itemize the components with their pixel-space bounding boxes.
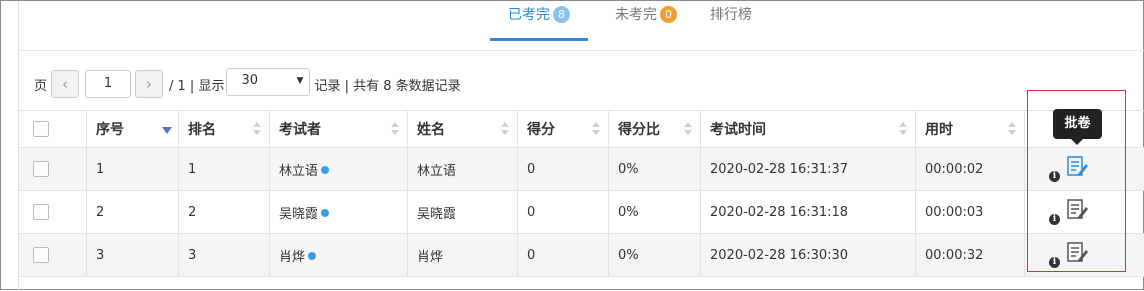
sort-icon <box>899 122 907 136</box>
col-header-label: 用时 <box>925 122 953 138</box>
cell-rank: 1 <box>179 148 270 191</box>
cell-examinee: 林立语 <box>270 148 408 191</box>
cell-score: 0 <box>518 191 609 234</box>
grade-paper-icon[interactable] <box>1066 242 1088 268</box>
table-row: 3 3 肖烨 肖烨 0 0% 2020-02-28 16:30:30 00:00… <box>19 234 1144 277</box>
page-number-input[interactable]: 1 <box>85 70 131 98</box>
examinee-name[interactable]: 吴晓霞 <box>279 207 318 222</box>
sort-icon <box>253 122 261 136</box>
status-dot-icon <box>321 166 329 174</box>
col-header-label: 得分比 <box>618 122 660 138</box>
col-header-score[interactable]: 得分 <box>518 111 609 148</box>
sort-icon <box>391 122 399 136</box>
chevron-right-icon: › <box>146 75 152 93</box>
cell-examinee: 肖烨 <box>270 234 408 277</box>
col-header-label: 序号 <box>96 122 124 138</box>
grade-tooltip: 批卷 <box>1053 109 1102 139</box>
col-header-label: 考试时间 <box>710 122 766 138</box>
tab-incomplete-badge: 0 <box>660 6 677 23</box>
cell-actions: i <box>1025 191 1144 234</box>
caret-down-icon: ▼ <box>297 69 304 93</box>
cell-duration: 00:00:02 <box>916 148 1025 191</box>
tab-bar: 已考完8 未考完0 排行榜 <box>18 0 1144 51</box>
cell-ratio: 0% <box>609 148 701 191</box>
sort-icon <box>501 122 509 136</box>
status-dot-icon <box>308 252 316 260</box>
col-header-duration[interactable]: 用时 <box>916 111 1025 148</box>
cell-time: 2020-02-28 16:31:37 <box>701 148 916 191</box>
row-checkbox[interactable] <box>33 204 49 220</box>
page-size-value: 30 <box>241 73 258 88</box>
col-header-name[interactable]: 姓名 <box>408 111 518 148</box>
col-header-ratio[interactable]: 得分比 <box>609 111 701 148</box>
info-icon[interactable]: i <box>1049 257 1060 268</box>
prev-page-button[interactable]: ‹ <box>51 70 79 98</box>
cell-ratio: 0% <box>609 191 701 234</box>
cell-seq: 1 <box>87 148 179 191</box>
results-table: 序号 排名 考试者 姓名 得分 得分比 考试时间 用时 1 1 林立语 林立语 … <box>18 110 1144 277</box>
records-summary: 记录 | 共有 8 条数据记录 <box>314 75 460 94</box>
grade-paper-icon[interactable] <box>1066 199 1088 225</box>
sort-desc-icon <box>162 127 172 134</box>
tab-completed-badge: 8 <box>553 6 570 23</box>
info-icon[interactable]: i <box>1049 171 1060 182</box>
cell-duration: 00:00:03 <box>916 191 1025 234</box>
row-checkbox[interactable] <box>33 247 49 263</box>
cell-name: 肖烨 <box>408 234 518 277</box>
tab-incomplete[interactable]: 未考完0 <box>606 0 686 38</box>
table-row: 1 1 林立语 林立语 0 0% 2020-02-28 16:31:37 00:… <box>19 148 1144 191</box>
cell-score: 0 <box>518 148 609 191</box>
cell-seq: 3 <box>87 234 179 277</box>
info-icon[interactable]: i <box>1049 214 1060 225</box>
sort-icon <box>592 122 600 136</box>
cell-actions: i <box>1025 148 1144 191</box>
col-header-label: 得分 <box>527 122 555 138</box>
cell-score: 0 <box>518 234 609 277</box>
select-all-checkbox[interactable] <box>33 121 49 137</box>
cell-examinee: 吴晓霞 <box>270 191 408 234</box>
table-row-partial <box>18 276 1144 291</box>
grade-paper-icon[interactable] <box>1066 156 1088 182</box>
chevron-left-icon: ‹ <box>62 75 68 93</box>
row-select-cell <box>19 148 87 191</box>
cell-time: 2020-02-28 16:31:18 <box>701 191 916 234</box>
examinee-name[interactable]: 林立语 <box>279 164 318 179</box>
cell-name: 吴晓霞 <box>408 191 518 234</box>
cell-name: 林立语 <box>408 148 518 191</box>
cell-rank: 3 <box>179 234 270 277</box>
row-select-cell <box>19 191 87 234</box>
col-header-label: 排名 <box>188 122 216 138</box>
page-label: 页 <box>34 75 47 94</box>
col-header-label: 姓名 <box>417 122 445 138</box>
col-header-rank[interactable]: 排名 <box>179 111 270 148</box>
page-size-select[interactable]: 30 ▼ <box>226 68 310 96</box>
tab-leaderboard[interactable]: 排行榜 <box>706 0 756 38</box>
col-header-label: 考试者 <box>279 122 321 138</box>
examinee-name[interactable]: 肖烨 <box>279 250 305 265</box>
next-page-button[interactable]: › <box>135 70 163 98</box>
cell-seq: 2 <box>87 191 179 234</box>
tab-incomplete-label: 未考完 <box>615 7 657 23</box>
tab-completed-label: 已考完 <box>508 7 550 23</box>
row-select-cell <box>19 234 87 277</box>
cell-ratio: 0% <box>609 234 701 277</box>
cell-actions: i <box>1025 234 1144 277</box>
table-row: 2 2 吴晓霞 吴晓霞 0 0% 2020-02-28 16:31:18 00:… <box>19 191 1144 234</box>
sort-icon <box>684 122 692 136</box>
cell-rank: 2 <box>179 191 270 234</box>
col-header-time[interactable]: 考试时间 <box>701 111 916 148</box>
tab-leaderboard-label: 排行榜 <box>710 7 752 23</box>
tab-completed[interactable]: 已考完8 <box>490 0 588 41</box>
sort-icon <box>1008 122 1016 136</box>
pagination-bar: 页 ‹ 1 › / 1 | 显示 30 ▼ 记录 | 共有 8 条数据记录 <box>34 68 461 100</box>
cell-time: 2020-02-28 16:30:30 <box>701 234 916 277</box>
table-header: 序号 排名 考试者 姓名 得分 得分比 考试时间 用时 <box>19 111 1144 148</box>
row-checkbox[interactable] <box>33 161 49 177</box>
cell-duration: 00:00:32 <box>916 234 1025 277</box>
col-header-seq[interactable]: 序号 <box>87 111 179 148</box>
select-all-cell <box>19 111 87 148</box>
status-dot-icon <box>321 209 329 217</box>
col-header-examinee[interactable]: 考试者 <box>270 111 408 148</box>
total-pages-text: / 1 | 显示 <box>169 75 224 94</box>
